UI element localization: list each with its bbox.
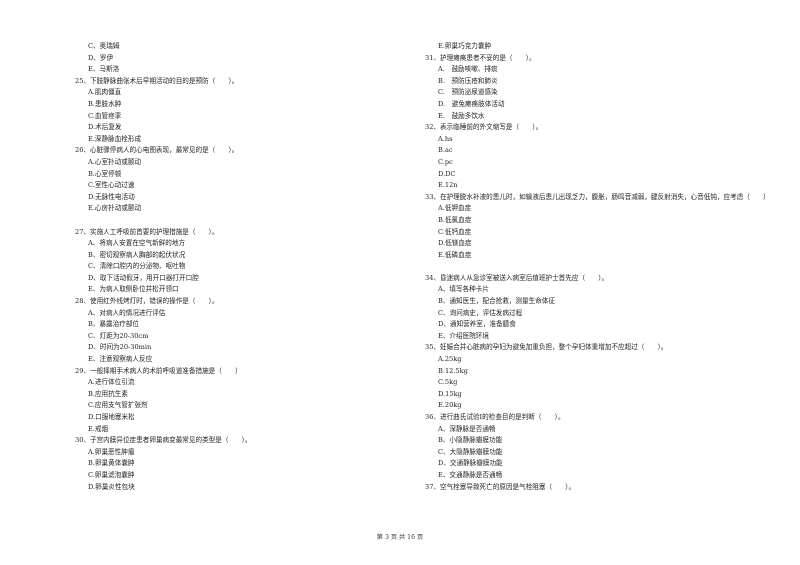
option: C.卵巢滤泡囊肿 — [88, 470, 135, 479]
option: C、灯距为20-30cm — [88, 331, 149, 340]
right-column: E.卵巢巧克力囊肿 31、护理瘫痪患者不妥的是（ ）。 A. 鼓励咳嗽、排痰 B… — [425, 41, 770, 493]
option: E.20kg — [438, 401, 462, 410]
page-number: 第 3 页 共 16 页 — [376, 534, 424, 541]
option: C、奥瑞姆 — [88, 42, 120, 50]
option: A.进行体位引流 — [88, 378, 135, 387]
option: D.口服地塞米松 — [88, 413, 135, 421]
option: C.pc — [438, 157, 453, 166]
option: D.15kg — [438, 389, 462, 398]
question-35: 35、妊娠合并心脏病的孕妇为避免加重负担，整个孕妇体重增加不应超过（ ）。 — [425, 343, 668, 352]
option: E、介绍医院环境 — [438, 331, 489, 340]
option: E、马斯洛 — [88, 65, 120, 74]
option: D、通知营养室，准备膳食 — [438, 320, 516, 329]
option: B、小隐静脉瓣膜功能 — [438, 436, 503, 445]
option: B.卵巢黄体囊肿 — [88, 459, 135, 468]
option: C.5kg — [438, 378, 458, 387]
option: E、交通静脉是否通畅 — [438, 470, 503, 479]
option: C.室性心动过速 — [88, 181, 135, 190]
option: C、大隐静脉瓣膜功能 — [438, 447, 503, 456]
question-32: 32、表示临睡前的外文缩写是（ ）。 — [425, 123, 543, 132]
option: D. 避免瘫痪肢体活动 — [438, 99, 505, 108]
option: A.卵巢恶性肿瘤 — [88, 447, 135, 456]
option: D.低镁血症 — [438, 239, 472, 248]
option: E、为病人取侧卧位并松开领口 — [88, 285, 179, 294]
option: A.肌肉僵直 — [88, 88, 122, 97]
option: E.戒烟 — [88, 424, 109, 433]
option: E.深静脉血栓形成 — [88, 134, 142, 143]
option: D.DC — [438, 169, 456, 178]
option: E.心房扑动或颤动 — [88, 204, 142, 213]
option: C、询问病史，评估发病过程 — [438, 308, 523, 317]
option: B、暴露治疗部位 — [88, 320, 140, 329]
option: A、填写各种卡片 — [438, 285, 489, 294]
option: D、取下活动假牙，用开口器打开口腔 — [88, 273, 199, 282]
option: A.心室扑动或颤动 — [88, 157, 142, 166]
option: B.患肢水肿 — [88, 99, 122, 108]
option: D、交通静脉瓣膜功能 — [438, 459, 503, 468]
question-37: 37、空气栓塞导致死亡的原因是气栓阻塞（ ）。 — [425, 482, 576, 491]
option: A、深静脉是否通畅 — [438, 424, 496, 433]
option: B、通知医生，配合抢救，测量生命体征 — [438, 297, 555, 306]
option: E、注意观察病人反应 — [88, 355, 153, 364]
option: C.低钙血症 — [438, 227, 472, 236]
option: C、清除口腔内的分泌物、呕吐物 — [88, 262, 186, 271]
option: C.血管痉挛 — [88, 111, 122, 120]
option: C. 预防泌尿道感染 — [438, 88, 498, 97]
option: B. 预防压疮和肺炎 — [438, 76, 498, 85]
option: E.低磷血症 — [438, 250, 472, 259]
option: D.无脉性电活动 — [88, 192, 135, 201]
option: A.低钾血症 — [438, 204, 472, 213]
option: D、时间为20-30min — [88, 343, 152, 352]
question-25: 25、下肢静脉曲张术后早期活动的目的是预防（ ）。 — [75, 76, 239, 85]
question-28: 28、使用红外线烤灯时，错误的操作是（ ）。 — [75, 297, 219, 306]
option: D.术后复发 — [88, 123, 122, 132]
option: E.卵巢巧克力囊肿 — [438, 42, 492, 50]
question-34: 34、昏迷病人从急诊室被送入病室后值班护士首先应（ ）。 — [425, 273, 609, 282]
option: A.hs — [438, 134, 453, 143]
option: E. 鼓励多饮水 — [438, 111, 485, 120]
option: D.卵巢炎性包块 — [88, 482, 135, 491]
option: B.心室停顿 — [88, 169, 122, 178]
option: A. 鼓励咳嗽、排痰 — [438, 65, 498, 74]
question-29: 29、一般择期手术病人的术前呼吸道准备措施是（ ） — [75, 366, 242, 375]
option: D、罗伊 — [88, 53, 114, 62]
option: B、密切观察病人胸部的起伏状况 — [88, 250, 186, 259]
option: E.12n — [438, 181, 458, 190]
option: A.25kg — [438, 355, 462, 364]
question-26: 26、心脏骤停病人的心电图表现，最常见的是（ ）。 — [75, 146, 239, 155]
question-36: 36、进行曲氏试验I的检查目的是判断（ ）。 — [425, 413, 565, 421]
option: A、将病人安置在空气新鲜的地方 — [88, 239, 186, 248]
question-27: 27、实施人工呼吸前首要的护理措施是（ ）。 — [75, 227, 219, 236]
option: B.低氯血症 — [438, 215, 472, 224]
question-30: 30、子宫内膜异位症患者卵巢病变最常见的类型是（ ）。 — [75, 436, 252, 445]
option: B.应用抗生素 — [88, 389, 128, 398]
left-column: C、奥瑞姆 D、罗伊 E、马斯洛 25、下肢静脉曲张术后早期活动的目的是预防（ … — [75, 41, 375, 493]
question-33: 33、在护理脱水补液的患儿时，如输液后患儿出现乏力，腹胀，肠鸣音减弱，腱反射消失… — [425, 192, 770, 201]
option: C.应用支气管扩张剂 — [88, 401, 148, 410]
option: B.ac — [438, 146, 453, 155]
question-31: 31、护理瘫痪患者不妥的是（ ）。 — [425, 53, 536, 62]
option: B.12.5kg — [438, 366, 468, 375]
option: A、对病人的情况进行评估 — [88, 308, 166, 317]
